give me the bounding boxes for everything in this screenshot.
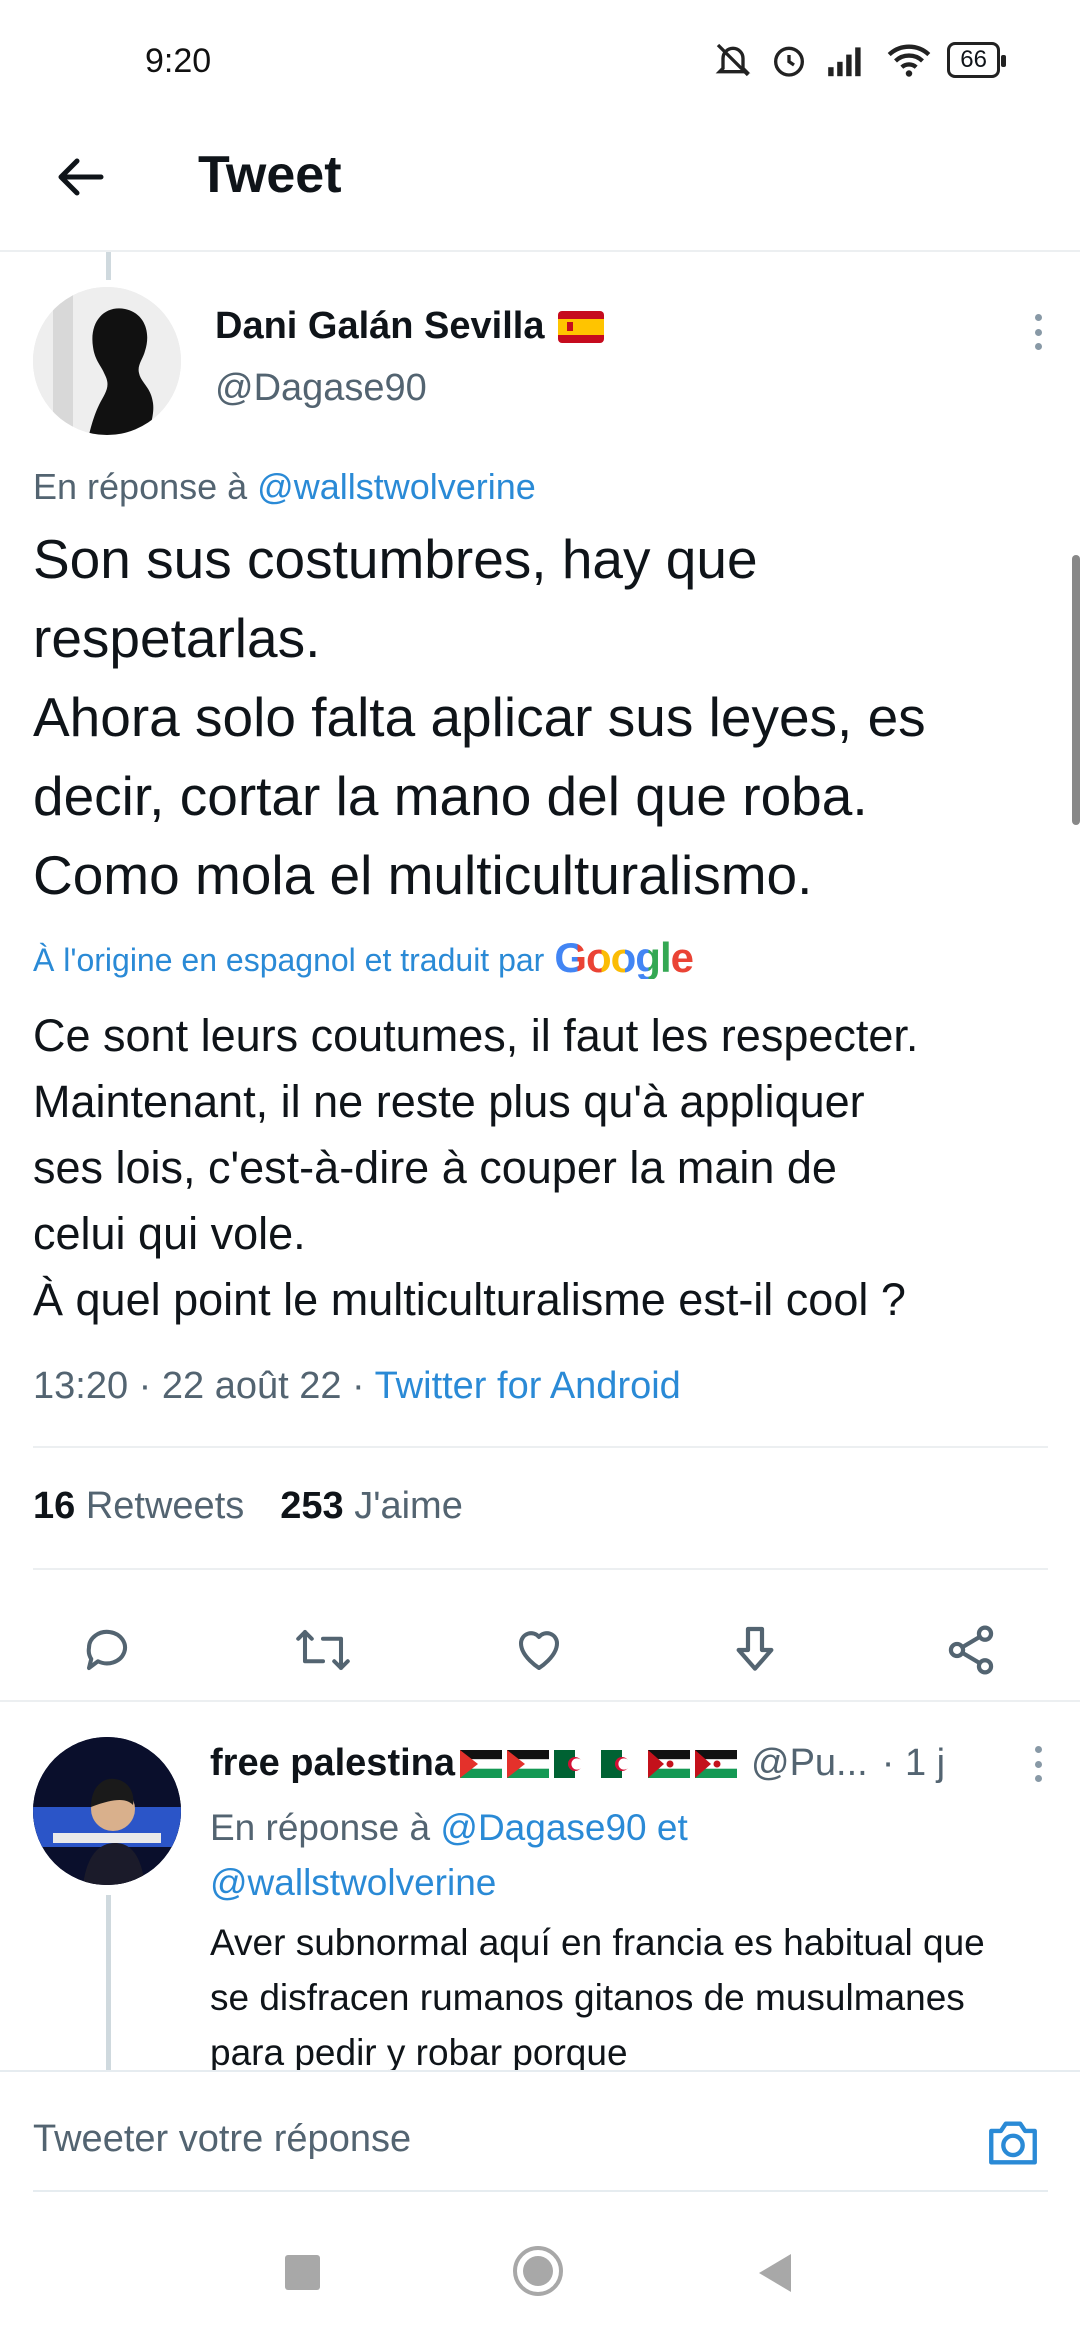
reply-compose-input[interactable]: Tweeter votre réponse bbox=[33, 2118, 411, 2161]
likes-stat[interactable]: 253 J'aime bbox=[280, 1485, 463, 1528]
reply-reply-to-prefix: En réponse à bbox=[210, 1807, 431, 1848]
palestine-flag-icon bbox=[460, 1749, 502, 1778]
reply-to-prefix: En réponse à bbox=[33, 466, 248, 507]
recent-apps-button[interactable] bbox=[285, 2255, 320, 2290]
thread-line bbox=[106, 252, 111, 280]
author-name-text: Dani Galán Sevilla bbox=[215, 305, 545, 347]
back-button[interactable] bbox=[45, 142, 115, 212]
page-title: Tweet bbox=[198, 146, 342, 204]
tweet-text: Son sus costumbres, hay que respetarlas.… bbox=[33, 528, 926, 906]
reply-to-line: En réponse à @wallstwolverine bbox=[33, 466, 536, 508]
bookmark-share-button[interactable] bbox=[710, 1605, 800, 1695]
reply-header: free palestina @Pu... · 1 j bbox=[210, 1742, 1020, 1785]
divider bbox=[33, 1446, 1048, 1448]
reply-author-avatar[interactable] bbox=[33, 1737, 181, 1885]
header-divider bbox=[0, 250, 1080, 252]
share-button[interactable] bbox=[926, 1605, 1016, 1695]
tweet-meta: 13:20 · 22 août 22 · Twitter for Android bbox=[33, 1365, 681, 1408]
tweet-stats: 16 Retweets 253 J'aime bbox=[33, 1485, 463, 1528]
divider bbox=[33, 2190, 1048, 2192]
spain-flag-icon bbox=[558, 310, 605, 343]
translated-text: Ce sont leurs coutumes, il faut les resp… bbox=[33, 1010, 919, 1325]
reply-age: · 1 j bbox=[881, 1742, 946, 1784]
reply-author-name[interactable]: free palestina bbox=[210, 1742, 455, 1785]
retweet-icon bbox=[296, 1629, 350, 1671]
retweets-label: Retweets bbox=[85, 1485, 245, 1527]
reply-icon bbox=[86, 1629, 128, 1671]
scrollbar[interactable] bbox=[1072, 555, 1080, 825]
reply-to-handle-link[interactable]: @Dagase90 bbox=[440, 1807, 646, 1848]
more-vertical-icon bbox=[1034, 314, 1042, 321]
retweets-count: 16 bbox=[33, 1485, 76, 1527]
more-options-button[interactable] bbox=[1018, 308, 1058, 356]
nav-back-button[interactable] bbox=[755, 2252, 795, 2294]
translation-note: À l'origine en espagnol et traduit par G… bbox=[33, 934, 694, 981]
palestine-flag-icon bbox=[507, 1749, 549, 1778]
avatar-photo bbox=[33, 1737, 181, 1885]
google-logo: Google bbox=[554, 934, 694, 981]
reply-author-handle[interactable]: @Pu... bbox=[751, 1742, 868, 1785]
retweet-button[interactable] bbox=[278, 1605, 368, 1695]
divider bbox=[0, 1700, 1080, 1702]
avatar-silhouette bbox=[33, 287, 181, 435]
reply-to-handle-link[interactable]: @wallstwolverine bbox=[257, 466, 536, 507]
likes-count: 253 bbox=[280, 1485, 344, 1527]
reply-more-options-button[interactable] bbox=[1018, 1740, 1058, 1788]
algeria-flag-icon bbox=[554, 1749, 596, 1778]
algeria-flag-icon bbox=[601, 1749, 643, 1778]
author-name[interactable]: Dani Galán Sevilla bbox=[215, 305, 605, 348]
camera-button[interactable] bbox=[978, 2108, 1048, 2178]
like-icon bbox=[518, 1631, 560, 1671]
retweets-stat[interactable]: 16 Retweets bbox=[33, 1485, 244, 1528]
divider bbox=[0, 2070, 1080, 2072]
reply-text: Aver subnormal aquí en francia es habitu… bbox=[210, 1922, 985, 2073]
likes-label: J'aime bbox=[354, 1485, 463, 1527]
share-icon bbox=[948, 1625, 994, 1675]
battery-indicator: 66 bbox=[947, 42, 1006, 78]
author-handle[interactable]: @Dagase90 bbox=[215, 367, 427, 410]
home-button[interactable] bbox=[512, 2245, 564, 2297]
thread-line bbox=[106, 1895, 111, 2070]
reply-button[interactable] bbox=[62, 1605, 152, 1695]
back-arrow-icon bbox=[58, 158, 104, 196]
tweet-source-link[interactable]: Twitter for Android bbox=[375, 1365, 681, 1407]
reply-to-conjunction: et bbox=[656, 1807, 688, 1848]
like-button[interactable] bbox=[494, 1605, 584, 1695]
compose-bar bbox=[0, 2072, 1080, 2340]
reply-reply-to-line: En réponse à @Dagase90 et @wallstwolveri… bbox=[210, 1800, 1030, 1910]
share-download-icon bbox=[736, 1626, 774, 1671]
more-vertical-icon bbox=[1034, 1746, 1042, 1753]
author-avatar[interactable] bbox=[33, 287, 181, 435]
western-sahara-flag-icon bbox=[695, 1749, 737, 1778]
translation-note-text: À l'origine en espagnol et traduit par bbox=[33, 942, 545, 978]
divider bbox=[33, 1568, 1048, 1570]
status-time: 9:20 bbox=[145, 42, 212, 80]
western-sahara-flag-icon bbox=[648, 1749, 690, 1778]
wifi-icon bbox=[888, 44, 931, 77]
status-icons: 66 bbox=[713, 40, 1006, 80]
reply-to-handle-link[interactable]: @wallstwolverine bbox=[210, 1862, 496, 1903]
camera-icon bbox=[989, 2121, 1037, 2165]
alarm-icon bbox=[774, 46, 805, 77]
mute-bell-icon bbox=[715, 43, 751, 77]
signal-icon bbox=[828, 47, 861, 77]
tweet-timestamp: 13:20 · 22 août 22 · bbox=[33, 1365, 375, 1407]
